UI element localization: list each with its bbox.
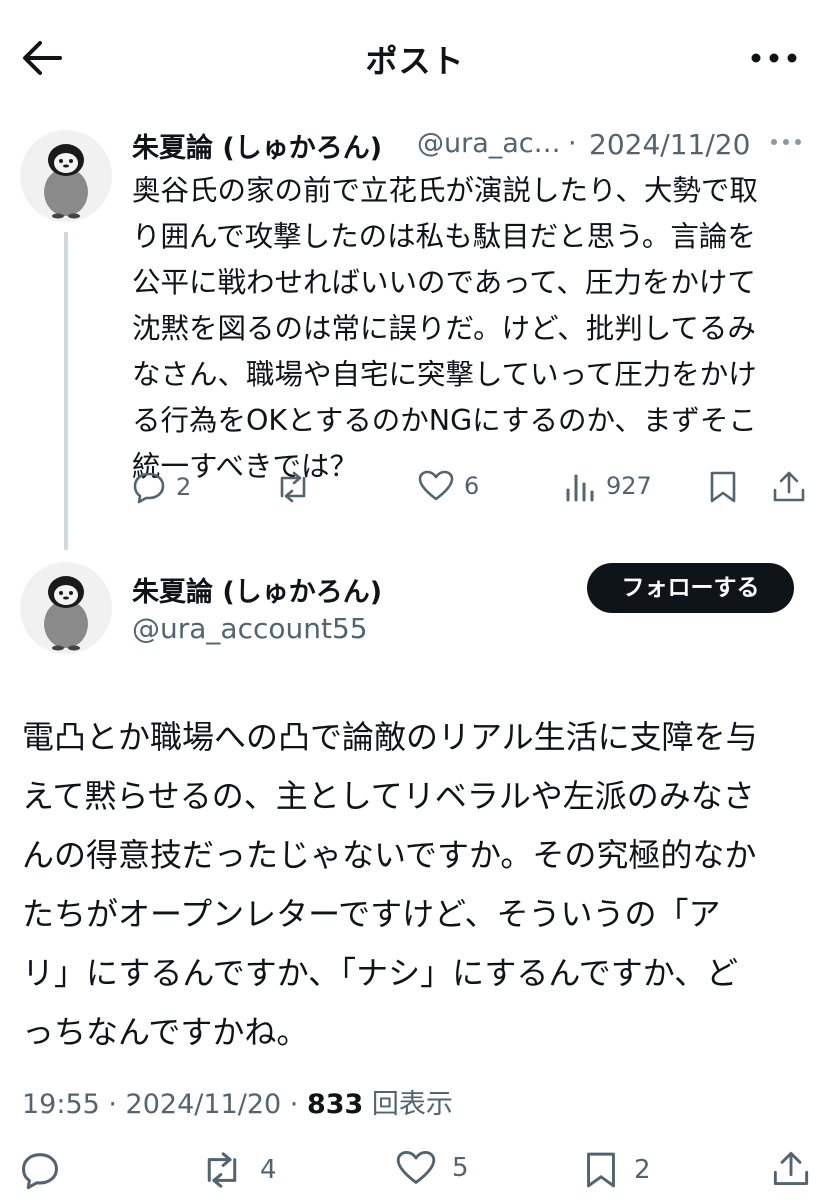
views-button[interactable]: 927 (564, 470, 652, 502)
bookmark-icon (587, 1152, 615, 1188)
avatar[interactable] (20, 130, 112, 222)
share-button[interactable] (772, 470, 806, 504)
reply-button[interactable] (20, 1150, 60, 1190)
like-button[interactable]: 6 (418, 470, 479, 502)
share-button[interactable] (772, 1150, 810, 1188)
share-icon (773, 1151, 809, 1185)
view-count: 833 (306, 1089, 364, 1120)
bookmark-button[interactable] (708, 470, 738, 504)
heart-icon (418, 470, 454, 501)
view-label: 回表示 (363, 1089, 453, 1120)
page-title: ポスト (365, 42, 465, 80)
post-timestamp[interactable]: 19:55 · 2024/11/20 · (22, 1089, 307, 1120)
penguin-avatar-icon (44, 576, 88, 651)
more-horizontal-icon (771, 139, 801, 145)
bar-chart-icon (566, 474, 594, 502)
repost-button[interactable] (274, 470, 312, 504)
like-button[interactable]: 5 (396, 1150, 469, 1186)
bookmark-icon (710, 471, 736, 503)
post-text: 電凸とか職場への凸で論敵のリアル生活に支障を与 えて黙らせるの、主としてリベラル… (22, 718, 758, 1051)
post-meta: 19:55 · 2024/11/20 · 833 回表示 (22, 1082, 453, 1121)
share-icon (773, 471, 805, 502)
view-count: 927 (606, 472, 652, 500)
author-name[interactable]: 朱夏論 (しゅかろん) (132, 126, 382, 165)
post-more-button[interactable] (770, 136, 802, 148)
thread-connector (64, 232, 68, 550)
author-handle[interactable]: @ura_account55 (132, 612, 368, 645)
like-count: 5 (452, 1153, 469, 1183)
more-button[interactable] (748, 38, 800, 78)
post-text: 奥谷氏の家の前で立花氏が演説したり、大勢で取 り囲んで攻撃したのは私も駄目だと思… (132, 174, 758, 483)
post-date[interactable]: 2024/11/20 (589, 128, 750, 161)
like-count: 6 (464, 472, 480, 500)
bookmark-button[interactable]: 2 (584, 1150, 651, 1190)
follow-button[interactable]: フォローする (587, 563, 794, 613)
reply-button[interactable]: 2 (132, 470, 191, 504)
more-horizontal-icon (751, 53, 797, 63)
author-handle[interactable]: @ura_ac… (417, 128, 561, 159)
penguin-avatar-icon (44, 144, 88, 219)
repost-icon (207, 1152, 237, 1188)
bookmark-count: 2 (634, 1155, 651, 1185)
heart-icon (396, 1151, 436, 1184)
separator-dot: · (568, 128, 577, 159)
avatar[interactable] (20, 562, 112, 654)
repost-count: 4 (260, 1155, 277, 1185)
author-name[interactable]: 朱夏論 (しゅかろん) (132, 570, 382, 609)
reply-icon (133, 472, 165, 504)
repost-icon (280, 471, 306, 503)
reply-icon (22, 1153, 58, 1190)
repost-button[interactable]: 4 (200, 1150, 277, 1190)
reply-count: 2 (176, 473, 192, 501)
